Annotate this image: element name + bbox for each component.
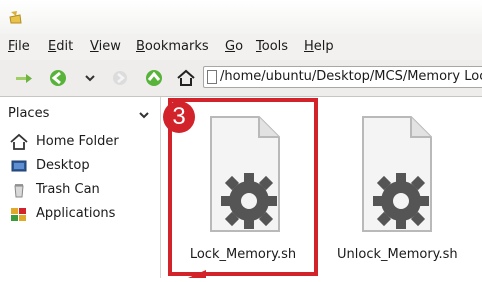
forward-icon[interactable] — [110, 68, 130, 88]
applications-icon — [10, 205, 28, 223]
step-number-badge: 3 — [163, 101, 195, 133]
back-history-chevron-icon[interactable] — [80, 68, 100, 88]
home-icon — [10, 133, 28, 151]
script-file-icon — [359, 115, 435, 237]
menu-go[interactable]: Go — [225, 39, 243, 54]
menu-tools[interactable]: Tools — [256, 39, 288, 54]
new-folder-arrow-icon[interactable] — [14, 68, 34, 88]
back-icon[interactable] — [48, 68, 68, 88]
home-icon[interactable] — [176, 68, 196, 88]
sidebar-item-applications[interactable]: Applications — [8, 203, 158, 225]
chevron-down-icon[interactable] — [138, 109, 150, 124]
app-icon — [8, 9, 24, 29]
menu-help[interactable]: Help — [304, 39, 334, 54]
location-bar[interactable]: /home/ubuntu/Desktop/MCS/Memory Lock — [203, 66, 482, 88]
up-icon[interactable] — [144, 68, 164, 88]
sidebar-item-home-folder[interactable]: Home Folder — [8, 131, 158, 153]
file-name: Unlock_Memory.sh — [337, 247, 458, 262]
places-header: Places — [8, 106, 50, 121]
sidebar-item-label: Trash Can — [36, 182, 100, 197]
file-item[interactable]: Unlock_Memory.sh — [337, 107, 458, 267]
menu-view[interactable]: View — [90, 39, 121, 54]
folder-path-icon — [207, 70, 217, 88]
desktop-icon — [10, 157, 28, 175]
menubar: File Edit View Bookmarks Go Tools Help — [0, 34, 482, 60]
menu-edit[interactable]: Edit — [48, 39, 73, 54]
annotation-arrow-icon — [188, 266, 208, 282]
places-sidebar: Places Home Folder Desktop Trash Can App… — [0, 97, 161, 278]
sidebar-item-label: Home Folder — [36, 134, 119, 149]
sidebar-item-desktop[interactable]: Desktop — [8, 155, 158, 177]
menu-file[interactable]: File — [8, 39, 30, 54]
sidebar-item-label: Applications — [36, 206, 116, 221]
sidebar-item-label: Desktop — [36, 158, 90, 173]
window-titlebar — [0, 0, 482, 34]
menu-bookmarks[interactable]: Bookmarks — [136, 39, 209, 54]
sidebar-item-trash-can[interactable]: Trash Can — [8, 179, 158, 201]
trash-icon — [10, 181, 28, 199]
location-path: /home/ubuntu/Desktop/MCS/Memory Lock — [220, 69, 482, 84]
